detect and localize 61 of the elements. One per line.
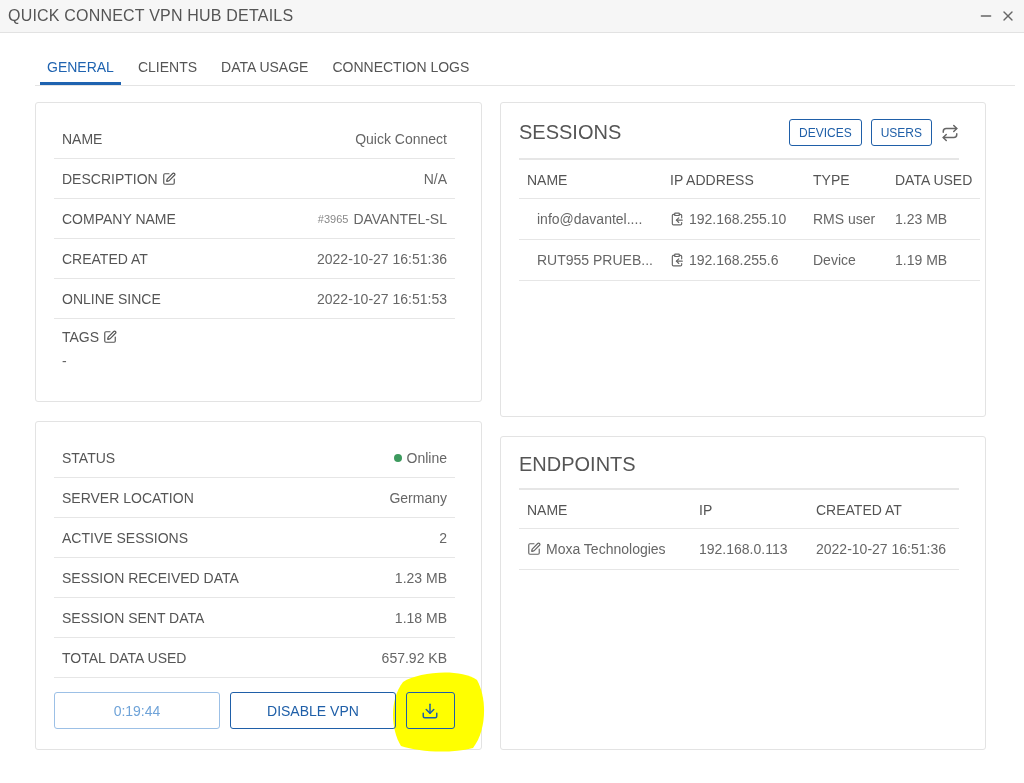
field-value: 1.23 MB <box>394 569 447 586</box>
column-header: DATA USED <box>887 160 981 199</box>
column-header: TYPE <box>805 160 887 199</box>
table-cell: 192.168.255.10 <box>689 211 787 227</box>
edit-icon[interactable] <box>161 171 176 186</box>
tab[interactable]: CLIENTS <box>130 51 205 85</box>
table-cell: 1.23 MB <box>887 199 981 240</box>
column-header: IP <box>691 490 808 529</box>
field-label: ACTIVE SESSIONS <box>62 529 189 546</box>
field-value: Germany <box>389 489 447 506</box>
column-header: NAME <box>519 490 691 529</box>
table-cell: info@davantel.... <box>519 199 662 240</box>
section-title: SESSIONS <box>519 121 622 144</box>
filter-button[interactable]: DEVICES <box>788 119 862 146</box>
field-value: Quick Connect <box>355 130 447 147</box>
field-value: 2022-10-27 16:51:53 <box>317 290 447 307</box>
copy-icon[interactable] <box>670 253 684 267</box>
copy-icon[interactable] <box>670 212 684 226</box>
field-label: COMPANY NAME <box>62 210 176 227</box>
field-label: DESCRIPTION <box>62 170 158 187</box>
download-icon <box>421 701 440 720</box>
tab[interactable]: CONNECTION LOGS <box>325 51 477 85</box>
field-value: - <box>62 353 67 369</box>
edit-icon[interactable] <box>527 542 541 556</box>
field-value: 2022-10-27 16:51:36 <box>317 250 447 267</box>
field-label: SERVER LOCATION <box>62 489 194 506</box>
field-value: 1.18 MB <box>394 609 447 626</box>
table-cell: Device <box>805 240 887 281</box>
disable-vpn-button[interactable]: DISABLE VPN <box>229 692 396 729</box>
window-title: QUICK CONNECT VPN HUB DETAILS <box>8 7 294 25</box>
field-label: TAGS <box>62 329 100 345</box>
column-header: NAME <box>519 160 662 199</box>
field-value: Online <box>406 449 447 466</box>
column-header: CREATED AT <box>808 490 959 529</box>
tab[interactable]: DATA USAGE <box>214 51 316 85</box>
filter-button[interactable]: USERS <box>870 119 932 146</box>
refresh-icon[interactable] <box>941 123 959 142</box>
table-cell: RMS user <box>805 199 887 240</box>
field-value: N/A <box>423 170 447 187</box>
company-id: #3965 <box>317 212 349 225</box>
download-button[interactable] <box>405 692 455 729</box>
column-header: IP ADDRESS <box>662 160 805 199</box>
field-label: STATUS <box>62 449 116 466</box>
field-label: SESSION SENT DATA <box>62 609 205 626</box>
field-label: TOTAL DATA USED <box>62 649 187 666</box>
field-label: NAME <box>62 130 103 147</box>
table-cell: 192.168.0.113 <box>691 529 808 570</box>
table-cell: Moxa Technologies <box>546 541 666 557</box>
table-cell: 192.168.255.6 <box>689 252 779 268</box>
table-cell: 1.19 MB <box>887 240 981 281</box>
section-title: ENDPOINTS <box>519 453 636 476</box>
field-label: SESSION RECEIVED DATA <box>62 569 239 586</box>
table-cell: RUT955 PRUEB... <box>519 240 662 281</box>
field-value: 2 <box>439 529 447 546</box>
table-cell: 2022-10-27 16:51:36 <box>808 529 959 570</box>
field-label: CREATED AT <box>62 250 148 267</box>
field-value: DAVANTEL-SL <box>353 210 447 227</box>
field-label: ONLINE SINCE <box>62 290 161 307</box>
edit-icon[interactable] <box>103 330 118 344</box>
field-value: 657.92 KB <box>381 649 447 666</box>
tab[interactable]: GENERAL <box>40 51 121 85</box>
